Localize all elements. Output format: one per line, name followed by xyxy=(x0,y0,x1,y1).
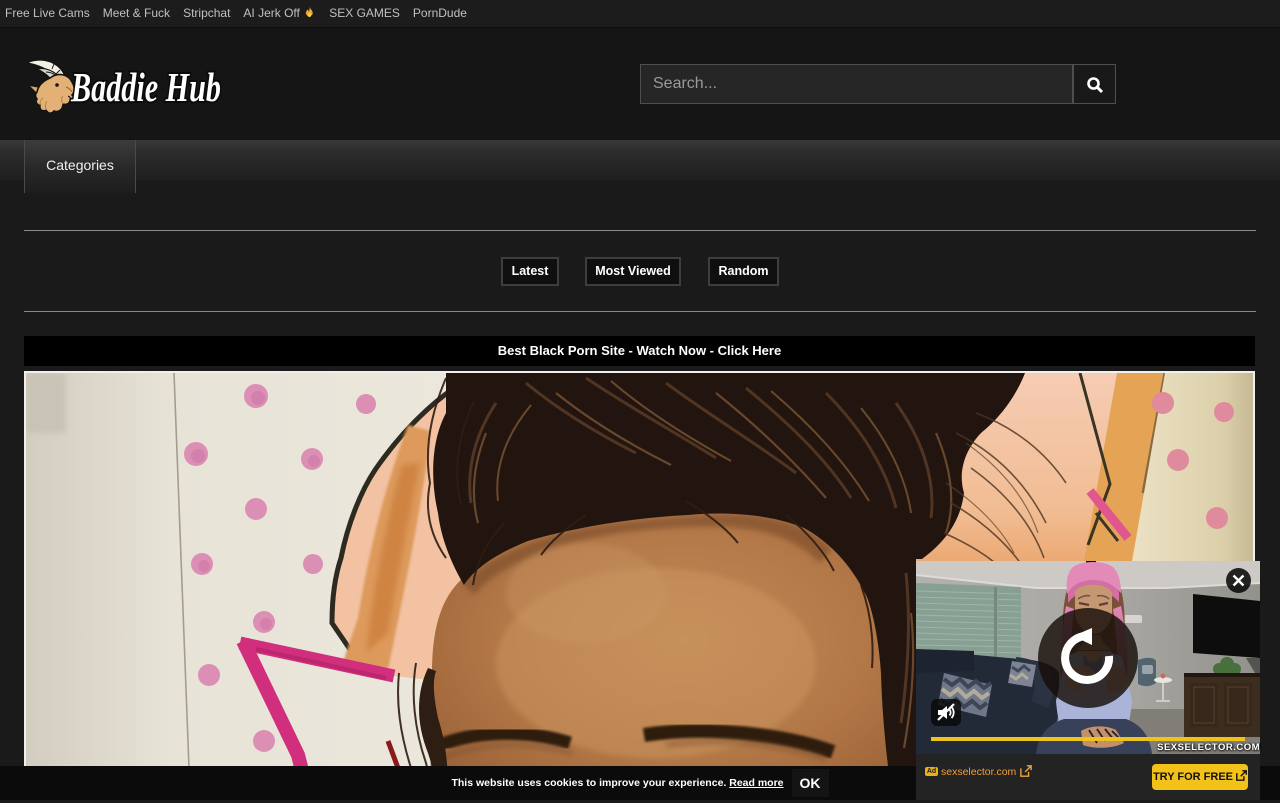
svg-text:Baddie Hub: Baddie Hub xyxy=(70,64,221,110)
